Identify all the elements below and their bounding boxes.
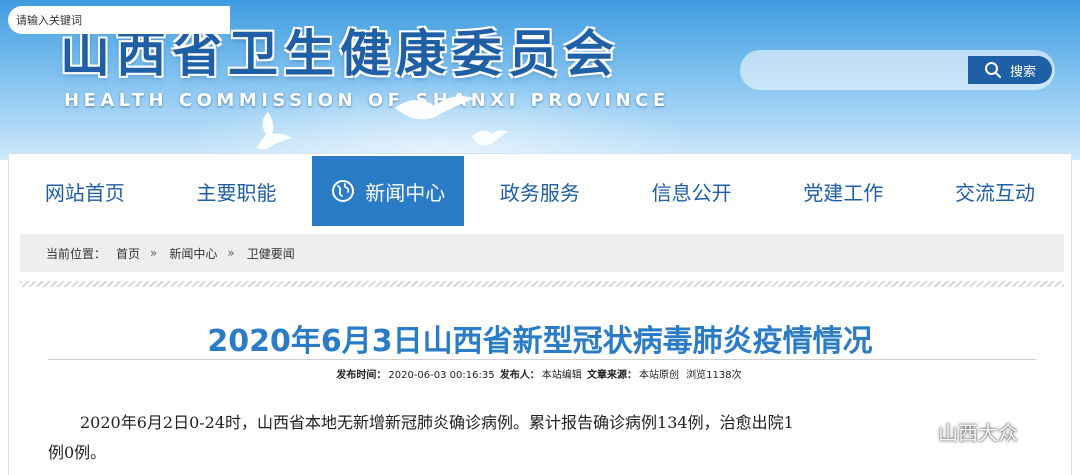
publisher: 本站编辑 — [541, 370, 582, 381]
nav-item-label: 交流互动 — [954, 180, 1035, 205]
nav-item-party-building[interactable]: 党建工作 — [767, 156, 919, 226]
article-body: 2020年6月2日0-24时，山西省本地无新增新冠肺炎确诊病例。累计报告确诊病例… — [48, 408, 1048, 468]
publish-time: 2020-06-03 00:16:35 — [388, 370, 495, 381]
nav-item-government-services[interactable]: 政务服务 — [464, 156, 616, 226]
article-title: 2020年6月3日山西省新型冠状病毒肺炎疫情情况 — [207, 324, 873, 359]
breadcrumb-item-health-news[interactable]: 卫健要闻 — [247, 245, 295, 262]
nav-item-information-disclosure[interactable]: 信息公开 — [616, 156, 768, 226]
nav-item-label: 党建工作 — [803, 180, 884, 205]
globe-icon — [332, 180, 355, 202]
watermark: 山西大众 — [900, 414, 1018, 448]
nav-item-home[interactable]: 网站首页 — [9, 156, 161, 226]
dove-icon — [472, 130, 508, 146]
divider — [20, 281, 1064, 287]
nav-item-interaction[interactable]: 交流互动 — [919, 156, 1071, 226]
wechat-icon — [900, 418, 931, 443]
site-header: 山西省卫生健康委员会 HEALTH COMMISSION OF SHANXI P… — [0, 0, 1080, 160]
breadcrumb-prefix: 当前位置： — [46, 246, 107, 261]
publish-time-label: 发布时间： — [336, 370, 387, 381]
nav-item-label: 政务服务 — [499, 180, 580, 205]
nav-item-label: 网站首页 — [44, 180, 125, 205]
nav-item-functions[interactable]: 主要职能 — [161, 156, 313, 226]
breadcrumb-item-news-center[interactable]: 新闻中心 — [169, 245, 217, 262]
site-subtitle: HEALTH COMMISSION OF SHANXI PROVINCE — [64, 90, 670, 111]
article-body-line: 例0例。 — [48, 443, 107, 462]
meta-divider — [48, 359, 1036, 360]
source-label: 文章来源： — [586, 370, 637, 381]
breadcrumb-item-home[interactable]: 首页 — [116, 245, 140, 262]
view-count: 浏览1138次 — [686, 370, 742, 381]
search-button-label: 搜索 — [1009, 64, 1036, 80]
breadcrumb: 当前位置： 首页 » 新闻中心 » 卫健要闻 — [20, 234, 1064, 272]
nav-item-label: 新闻中心 — [365, 180, 446, 205]
source: 本站原创 — [638, 370, 679, 381]
watermark-text: 山西大众 — [938, 420, 1018, 445]
search-input[interactable] — [8, 6, 230, 34]
breadcrumb-separator: » — [227, 246, 235, 260]
dove-icon — [256, 112, 292, 150]
search-icon — [984, 62, 1001, 78]
publisher-label: 发布人： — [499, 370, 540, 381]
dove-icon — [395, 96, 475, 120]
article-meta: 发布时间： 2020-06-03 00:16:35 发布人： 本站编辑 文章来源：本… — [0, 366, 1080, 381]
search-button[interactable]: 搜索 — [968, 56, 1052, 84]
article-body-line: 2020年6月2日0-24时，山西省本地无新增新冠肺炎确诊病例。累计报告确诊病例… — [80, 413, 794, 432]
nav-item-label: 主要职能 — [196, 180, 277, 205]
breadcrumb-separator: » — [150, 246, 158, 260]
nav-item-news-center[interactable]: 新闻中心 — [312, 156, 465, 226]
main-nav: 网站首页 主要职能 新闻中心 政务服务 信息公开 党建工作 交流互动 — [9, 156, 1071, 226]
nav-item-label: 信息公开 — [651, 180, 732, 205]
